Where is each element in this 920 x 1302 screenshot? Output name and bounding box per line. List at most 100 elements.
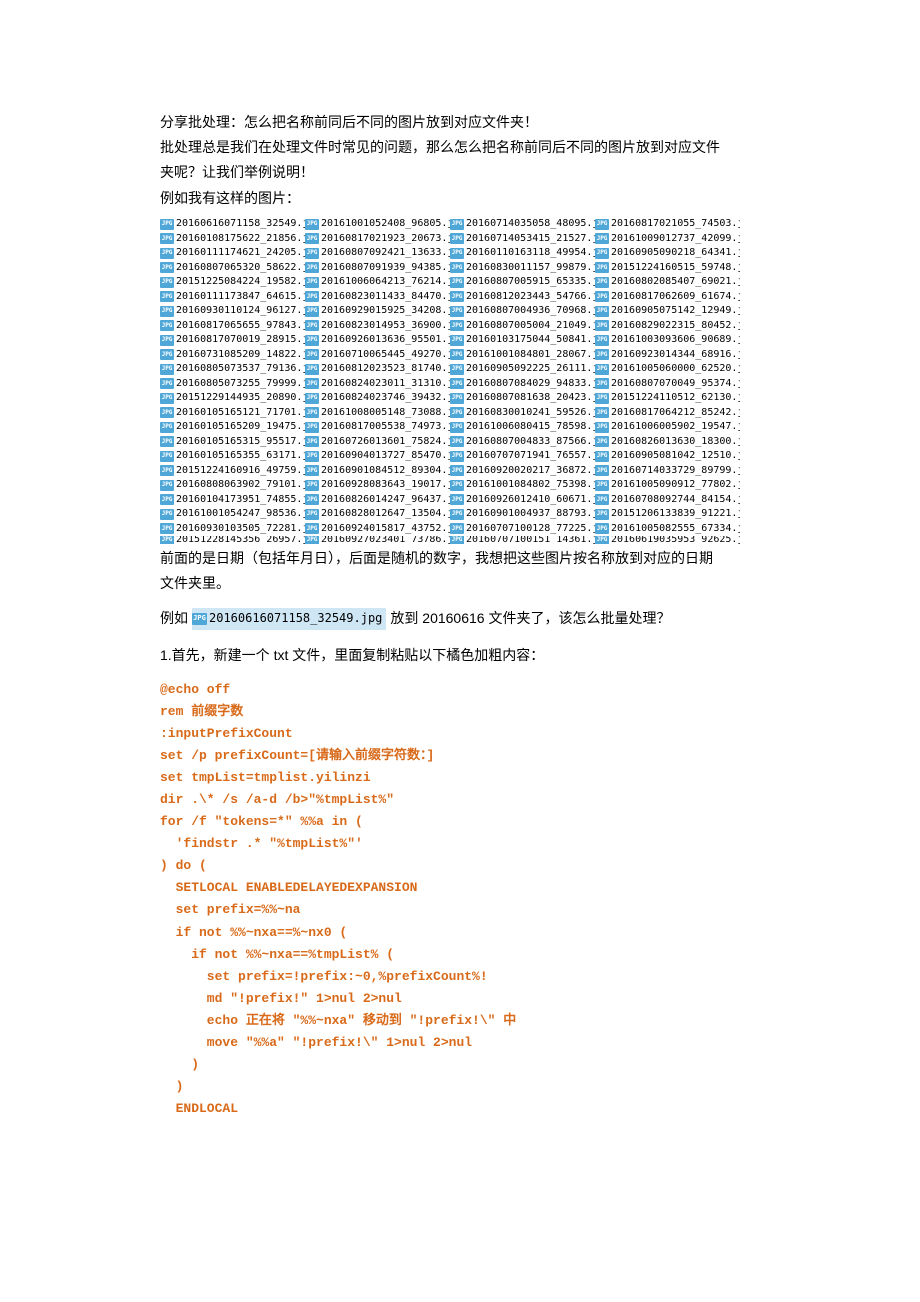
document-page: 分享批处理：怎么把名称前同后不同的图片放到对应文件夹！ 批处理总是我们在处理文件… <box>0 0 920 1160</box>
jpg-icon: JPG <box>450 335 464 346</box>
jpg-icon: JPG <box>595 536 609 544</box>
example-prefix: 例如 <box>160 606 188 631</box>
file-item: JPG20160111174621_24205.jpg <box>160 248 305 259</box>
file-name: 20160812023443_54766.jpg <box>466 292 595 302</box>
file-item: JPG20161001052408_96805.jpg <box>305 219 450 230</box>
jpg-icon: JPG <box>450 436 464 447</box>
file-item: JPG20160904013727_85470.jpg <box>305 451 450 462</box>
file-name: 20160926013636_95501.jpg <box>321 335 450 345</box>
file-name: 20160928083643_19017.jpg <box>321 480 450 490</box>
file-item: JPG20160103175044_50841.jpg <box>450 335 595 346</box>
step1: 1.首先，新建一个 txt 文件，里面复制粘贴以下橘色加粗内容： <box>160 643 760 668</box>
jpg-icon: JPG <box>450 393 464 404</box>
file-name: 20160826014247_96437.jpg <box>321 495 450 505</box>
jpg-icon: JPG <box>305 277 319 288</box>
file-item: JPG20160824023011_31310.jpg <box>305 378 450 389</box>
jpg-icon: JPG <box>450 523 464 534</box>
file-item: JPG20161006005902_19547.jpg <box>595 422 740 433</box>
file-item: JPG20161001084801_28067.jpg <box>450 349 595 360</box>
file-item: JPG20160110163118_49954.jpg <box>450 248 595 259</box>
file-item: JPG20160812023523_81740.jpg <box>305 364 450 375</box>
file-name: 20160802085407_69021.jpg <box>611 277 740 287</box>
jpg-icon: JPG <box>595 335 609 346</box>
code-line: set prefix=%%~na <box>160 899 760 921</box>
file-item: JPG20160923014344_68916.jpg <box>595 349 740 360</box>
file-item: JPG20160817065655_97843.jpg <box>160 320 305 331</box>
file-row: JPG20160108175622_21856.jpgJPG2016081702… <box>160 231 760 246</box>
code-line: if not %%~nxa==%tmpList% ( <box>160 944 760 966</box>
jpg-icon: JPG <box>305 335 319 346</box>
jpg-icon: JPG <box>305 306 319 317</box>
file-item: JPG20161008005148_73088.jpg <box>305 407 450 418</box>
file-item: JPG20160817021923_20673.jpg <box>305 233 450 244</box>
file-item: JPG20151224160515_59748.jpg <box>595 262 740 273</box>
file-name: 20161006005902_19547.jpg <box>611 422 740 432</box>
jpg-icon: JPG <box>595 219 609 230</box>
code-line: ) do ( <box>160 855 760 877</box>
file-row: JPG20160817065655_97843.jpgJPG2016082301… <box>160 318 760 333</box>
file-item: JPG20151229144935_20890.jpg <box>160 393 305 404</box>
file-name: 20160930103505_72281.jpg <box>176 524 305 534</box>
code-line: md "!prefix!" 1>nul 2>nul <box>160 988 760 1010</box>
code-line: echo 正在将 "%%~nxa" 移动到 "!prefix!\" 中 <box>160 1010 760 1032</box>
file-row: JPG20160817070019_28915.jpgJPG2016092601… <box>160 333 760 348</box>
code-line: set tmpList=tmplist.yilinzi <box>160 767 760 789</box>
jpg-icon: JPG <box>305 536 319 544</box>
file-item: JPG20161005060000_62520.jpg <box>595 364 740 375</box>
code-line: :inputPrefixCount <box>160 723 760 745</box>
file-item: JPG20160104173951_74855.jpg <box>160 494 305 505</box>
file-name: 20161001084801_28067.jpg <box>466 350 595 360</box>
file-name: 20161001052408_96805.jpg <box>321 219 450 229</box>
file-row: JPG20160930103505_72281.jpgJPG2016092401… <box>160 521 760 536</box>
file-item: JPG20160905090218_64341.jpg <box>595 248 740 259</box>
jpg-icon: JPG <box>305 451 319 462</box>
file-item: JPG20160830011157_99879.jpg <box>450 262 595 273</box>
jpg-icon: JPG <box>595 451 609 462</box>
file-item: JPG20160930110124_96127.jpg <box>160 306 305 317</box>
code-line: ENDLOCAL <box>160 1098 760 1120</box>
jpg-icon: JPG <box>595 277 609 288</box>
file-name: 20160817021923_20673.jpg <box>321 234 450 244</box>
jpg-icon: JPG <box>450 536 464 544</box>
file-name: 20160823014953_36900.jpg <box>321 321 450 331</box>
file-item: JPG20160823011433_84470.jpg <box>305 291 450 302</box>
file-row-partial: JPG20151228145356_26957.jpgJPG2016092702… <box>160 536 760 544</box>
file-name: 20160105165121_71701.jpg <box>176 408 305 418</box>
code-line: set /p prefixCount=[请输入前缀字符数：] <box>160 745 760 767</box>
file-name: 20160807081638_20423.jpg <box>466 393 595 403</box>
file-item: JPG20161006064213_76214.jpg <box>305 277 450 288</box>
file-row: JPG20160807065320_58622.jpgJPG2016080709… <box>160 260 760 275</box>
jpg-icon: JPG <box>160 364 174 375</box>
jpg-icon: JPG <box>160 335 174 346</box>
jpg-icon: JPG <box>450 494 464 505</box>
file-name: 20160930110124_96127.jpg <box>176 306 305 316</box>
jpg-icon: JPG <box>160 436 174 447</box>
file-item: JPG20160905075142_12949.jpg <box>595 306 740 317</box>
file-item: JPG20160826013630_18300.jpg <box>595 436 740 447</box>
file-name: 20161005082555_67334.jpg <box>611 524 740 534</box>
jpg-icon: JPG <box>160 465 174 476</box>
jpg-icon: JPG <box>305 494 319 505</box>
file-name: 20151224110512_62130.jpg <box>611 393 740 403</box>
file-name: 20161009012737_42099.jpg <box>611 234 740 244</box>
code-line: if not %%~nxa==%~nx0 ( <box>160 922 760 944</box>
file-name: 20160927023401_73786.jpg <box>321 536 450 544</box>
file-item: JPG20160807091939_94385.jpg <box>305 262 450 273</box>
file-item: JPG20160105165209_19475.jpg <box>160 422 305 433</box>
file-name: 20160105165355_63171.jpg <box>176 451 305 461</box>
file-name: 20160905092225_26111.jpg <box>466 364 595 374</box>
file-item: JPG20161001054247_98536.jpg <box>160 509 305 520</box>
file-item: JPG20151206133839_91221.jpg <box>595 509 740 520</box>
file-name: 20161001054247_98536.jpg <box>176 509 305 519</box>
jpg-icon: JPG <box>160 451 174 462</box>
file-row: JPG20160731085209_14822.jpgJPG2016071006… <box>160 347 760 362</box>
file-item: JPG20160930103505_72281.jpg <box>160 523 305 534</box>
file-item: JPG20160807084029_94833.jpg <box>450 378 595 389</box>
file-name: 20160108175622_21856.jpg <box>176 234 305 244</box>
file-name: 20160905081042_12510.jpg <box>611 451 740 461</box>
file-item: JPG20160808063902_79101.jpg <box>160 480 305 491</box>
file-name: 20160817062609_61674.jpg <box>611 292 740 302</box>
file-item: JPG20160807004833_87566.jpg <box>450 436 595 447</box>
file-name: 20160920020217_36872.jpg <box>466 466 595 476</box>
jpg-icon: JPG <box>305 407 319 418</box>
